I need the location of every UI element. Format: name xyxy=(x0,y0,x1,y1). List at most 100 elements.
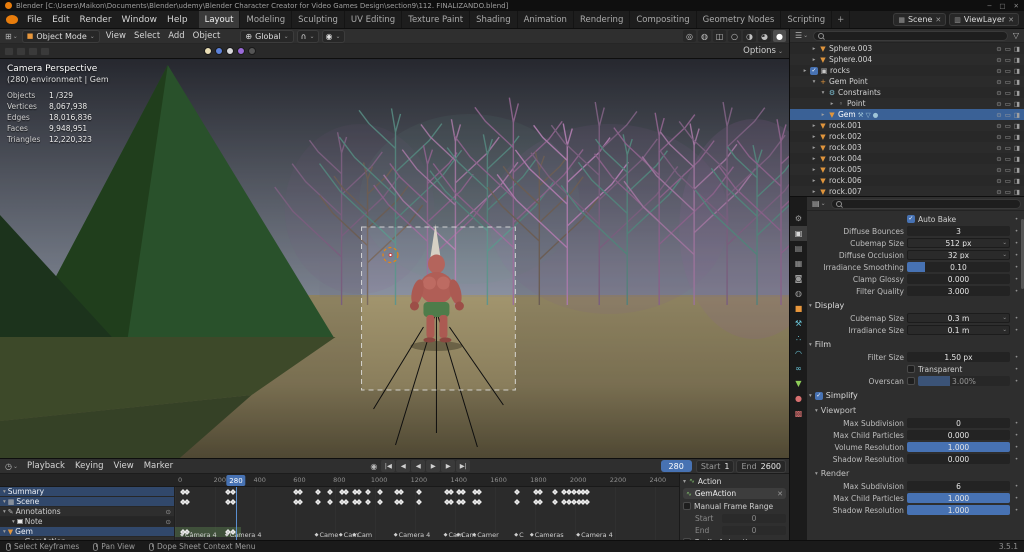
menu-help[interactable]: Help xyxy=(162,15,193,25)
volume-resolution-field[interactable]: 1.000 xyxy=(907,442,1010,452)
disclosure-icon[interactable]: ▸ xyxy=(802,68,808,74)
editor-type-icon[interactable]: ▤⌄ xyxy=(810,199,828,208)
disable-in-viewport-icon[interactable]: ▭ xyxy=(1005,89,1011,97)
keyframe-diamond[interactable] xyxy=(417,499,423,505)
keyframe-diamond[interactable] xyxy=(477,499,483,505)
disclosure-icon[interactable]: ▸ xyxy=(829,101,835,107)
workspace-tab-animation[interactable]: Animation xyxy=(518,11,574,28)
disable-in-viewport-icon[interactable]: ▭ xyxy=(1005,122,1011,130)
disable-in-viewport-icon[interactable]: ▭ xyxy=(1005,155,1011,163)
disable-in-viewport-icon[interactable]: ▭ xyxy=(1005,67,1011,75)
disable-in-render-icon[interactable]: ◨ xyxy=(1014,144,1020,152)
disclosure-icon[interactable]: ▸ xyxy=(811,123,817,129)
tool-option-button[interactable] xyxy=(16,47,26,56)
disable-in-viewport-icon[interactable]: ▭ xyxy=(1005,166,1011,174)
play-reverse-button[interactable]: ◀ xyxy=(411,460,425,472)
keyframe-diamond[interactable] xyxy=(377,489,383,495)
action-name-field[interactable]: ∿ GemAction ✕ xyxy=(683,488,786,499)
properties-tab-texture[interactable]: ▩ xyxy=(790,406,807,421)
clamp-glossy-field[interactable]: 0.000 xyxy=(907,274,1010,284)
keyframe-dot-icon[interactable]: • xyxy=(1013,315,1020,322)
properties-tab-modifiers[interactable]: ⚒ xyxy=(790,316,807,331)
disclosure-icon[interactable]: ▸ xyxy=(811,167,817,173)
hide-icon[interactable]: ⊙ xyxy=(996,166,1001,174)
shading-rendered-icon[interactable]: ● xyxy=(773,30,786,42)
menu-window[interactable]: Window xyxy=(117,15,163,25)
timeline-menu-keying[interactable]: Keying xyxy=(70,461,109,471)
scene-unlink-icon[interactable]: ✕ xyxy=(935,16,941,24)
workspace-tab-rendering[interactable]: Rendering xyxy=(574,11,630,28)
diffuse-occlusion-field[interactable]: 32 px⌄ xyxy=(907,250,1010,260)
disable-in-viewport-icon[interactable]: ▭ xyxy=(1005,45,1011,53)
outliner-item-gem-point[interactable]: ▾+Gem Point⊙▭◨ xyxy=(790,76,1024,87)
timeline-menu-marker[interactable]: Marker xyxy=(139,461,178,471)
keyframe-dot-icon[interactable]: • xyxy=(1013,456,1020,463)
keyframe-diamond[interactable] xyxy=(552,499,558,505)
add-workspace-button[interactable]: + xyxy=(832,11,850,28)
menu-file[interactable]: File xyxy=(22,15,47,25)
keyframe-diamond[interactable] xyxy=(343,499,349,505)
disable-in-render-icon[interactable]: ◨ xyxy=(1014,177,1020,185)
frame-start-field[interactable]: Start 1 xyxy=(696,460,735,473)
frame-end-field[interactable]: End 2600 xyxy=(736,460,786,473)
keyframe-diamond[interactable] xyxy=(477,489,483,495)
current-frame-field[interactable]: 280 xyxy=(661,460,692,472)
outliner-item-sphere-003[interactable]: ▸▼Sphere.003⊙▭◨ xyxy=(790,43,1024,54)
menu-edit[interactable]: Edit xyxy=(47,15,74,25)
keyframe-diamond[interactable] xyxy=(460,499,466,505)
disable-in-viewport-icon[interactable]: ▭ xyxy=(1005,188,1011,196)
timeline-menu-view[interactable]: View xyxy=(109,461,139,471)
timeline-marker[interactable]: ◆Cam xyxy=(352,531,372,539)
outliner-item-rock-006[interactable]: ▸▼rock.006⊙▭◨ xyxy=(790,175,1024,186)
disclosure-icon[interactable]: ▾ xyxy=(3,489,6,495)
hide-icon[interactable]: ⊙ xyxy=(996,89,1001,97)
properties-tab-tool[interactable]: ⚙ xyxy=(790,211,807,226)
disclosure-icon[interactable]: ▾ xyxy=(12,519,15,525)
cubemap-size-field[interactable]: 512 px⌄ xyxy=(907,238,1010,248)
channel-annotations[interactable]: ▾✎Annotations⊙ xyxy=(0,507,174,517)
properties-tab-object[interactable]: ■ xyxy=(790,301,807,316)
keyframe-diamond[interactable] xyxy=(327,499,333,505)
keyframe-dot-icon[interactable]: • xyxy=(1013,420,1020,427)
maximize-button[interactable]: □ xyxy=(999,2,1005,10)
keyframe-diamond[interactable] xyxy=(184,489,190,495)
properties-search-input[interactable] xyxy=(831,199,1021,209)
overscan-checkbox[interactable] xyxy=(907,377,915,385)
outliner-item-rock-003[interactable]: ▸▼rock.003⊙▭◨ xyxy=(790,142,1024,153)
properties-tab-material[interactable]: ● xyxy=(790,391,807,406)
keyframe-dot-icon[interactable]: • xyxy=(1013,240,1020,247)
tool-color-dot[interactable] xyxy=(204,47,212,55)
keyframe-diamond[interactable] xyxy=(417,489,423,495)
timeline-track[interactable]: 0200400600800100012001400160018002000220… xyxy=(175,474,679,540)
keyframe-dot-icon[interactable]: • xyxy=(1013,507,1020,514)
disable-in-render-icon[interactable]: ◨ xyxy=(1014,45,1020,53)
keyframe-diamond[interactable] xyxy=(365,489,371,495)
keyframe-dot-icon[interactable]: • xyxy=(1013,366,1020,373)
scene-selector[interactable]: ▦ Scene ✕ xyxy=(893,13,946,26)
outliner-search-input[interactable] xyxy=(813,31,1008,41)
timeline-marker[interactable]: ◆Came xyxy=(315,531,339,539)
channel-note[interactable]: ▾Note⊙ xyxy=(0,517,174,527)
next-keyframe-button[interactable]: ▶ xyxy=(441,460,455,472)
timeline-marker[interactable]: ◆Câmera 4 xyxy=(180,531,217,539)
outliner-item-constraints[interactable]: ▾⚙Constraints⊙▭◨ xyxy=(790,87,1024,98)
properties-tab-view-layer[interactable]: ▦ xyxy=(790,256,807,271)
keyframe-diamond[interactable] xyxy=(584,489,590,495)
viewport-3d-scene[interactable] xyxy=(0,59,789,458)
hide-icon[interactable]: ⊙ xyxy=(996,45,1001,53)
keyframe-dot-icon[interactable]: • xyxy=(1013,354,1020,361)
action-start-value[interactable]: 0 xyxy=(722,514,786,523)
mode-selector[interactable]: ■ Object Mode ⌄ xyxy=(22,30,100,43)
snapping-toggle[interactable]: ∩⌄ xyxy=(297,30,319,43)
close-button[interactable]: ✕ xyxy=(1014,2,1019,10)
keyframe-diamond[interactable] xyxy=(357,499,363,505)
disclosure-icon[interactable]: ▾ xyxy=(820,90,826,96)
viewport-menu-add[interactable]: Add xyxy=(164,31,188,41)
dope-sheet-main[interactable]: 0200400600800100012001400160018002000220… xyxy=(0,474,679,540)
diffuse-bounces-field[interactable]: 3 xyxy=(907,226,1010,236)
disable-in-render-icon[interactable]: ◨ xyxy=(1014,89,1020,97)
current-frame-box[interactable]: 280 xyxy=(226,475,245,486)
hide-icon[interactable]: ⊙ xyxy=(996,133,1001,141)
workspace-tab-geometry-nodes[interactable]: Geometry Nodes xyxy=(697,11,782,28)
show-overlays-icon[interactable]: ◍ xyxy=(698,30,711,42)
